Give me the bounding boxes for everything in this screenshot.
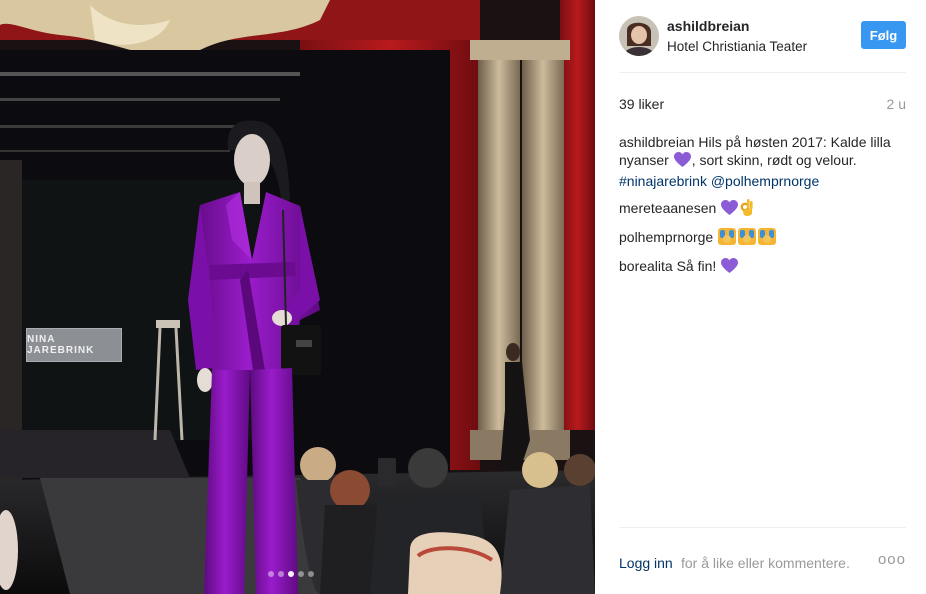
login-prompt-text: for å like eller kommentere. bbox=[681, 555, 850, 571]
ok-hand-icon bbox=[740, 198, 754, 220]
raised-hands-icon bbox=[718, 228, 737, 249]
post-photo[interactable]: NINA JAREBRINK bbox=[0, 0, 595, 594]
purple-heart-icon bbox=[721, 258, 739, 278]
user-avatar-icon bbox=[619, 16, 659, 56]
comment-username[interactable]: borealita bbox=[619, 258, 673, 274]
carousel-indicator bbox=[268, 571, 314, 577]
comment-text: Så fin! bbox=[676, 258, 717, 274]
comment-username[interactable]: polhemprnorge bbox=[619, 229, 713, 245]
likes-count[interactable]: 39 liker bbox=[619, 96, 664, 112]
post-timestamp[interactable]: 2 u bbox=[887, 96, 906, 112]
post-header: ashildbreian Hotel Christiania Teater Fø… bbox=[619, 0, 906, 73]
comment-item: polhemprnorge bbox=[619, 228, 906, 249]
carousel-dot[interactable] bbox=[288, 571, 294, 577]
hashtag-link[interactable]: #ninajarebrink bbox=[619, 173, 707, 189]
comments-list: ashildbreian Hils på høsten 2017: Kalde … bbox=[619, 133, 906, 286]
raised-hands-icon bbox=[758, 228, 777, 249]
follow-button[interactable]: Følg bbox=[861, 21, 906, 49]
post-location[interactable]: Hotel Christiania Teater bbox=[667, 39, 807, 54]
carousel-dot[interactable] bbox=[278, 571, 284, 577]
raised-hands-icon bbox=[738, 228, 757, 249]
post-author-username[interactable]: ashildbreian bbox=[667, 18, 749, 34]
carousel-dot[interactable] bbox=[308, 571, 314, 577]
user-avatar[interactable] bbox=[619, 16, 659, 56]
carousel-dot[interactable] bbox=[298, 571, 304, 577]
post-footer: Logg inn for å like eller kommentere. oo… bbox=[619, 527, 906, 594]
stage-sign: NINA JAREBRINK bbox=[26, 328, 122, 362]
likes-row: 39 liker 2 u bbox=[619, 96, 906, 116]
caption-comment: ashildbreian Hils på høsten 2017: Kalde … bbox=[619, 133, 906, 190]
comment-item: mereteaanesen bbox=[619, 198, 906, 220]
comment-text: , sort skinn, rødt og velour. bbox=[691, 152, 857, 168]
comment-item: borealita Så fin! bbox=[619, 257, 906, 278]
comment-username[interactable]: ashildbreian bbox=[619, 134, 695, 150]
runway-photo-illustration bbox=[0, 0, 595, 594]
purple-heart-icon bbox=[721, 200, 739, 220]
post-side-panel: ashildbreian Hotel Christiania Teater Fø… bbox=[595, 0, 926, 594]
carousel-dot[interactable] bbox=[268, 571, 274, 577]
more-options-icon[interactable]: ooo bbox=[878, 551, 906, 568]
comment-username[interactable]: mereteaanesen bbox=[619, 200, 716, 216]
login-link[interactable]: Logg inn bbox=[619, 555, 673, 571]
mention-link[interactable]: @polhemprnorge bbox=[711, 173, 819, 189]
purple-heart-icon bbox=[673, 152, 691, 172]
